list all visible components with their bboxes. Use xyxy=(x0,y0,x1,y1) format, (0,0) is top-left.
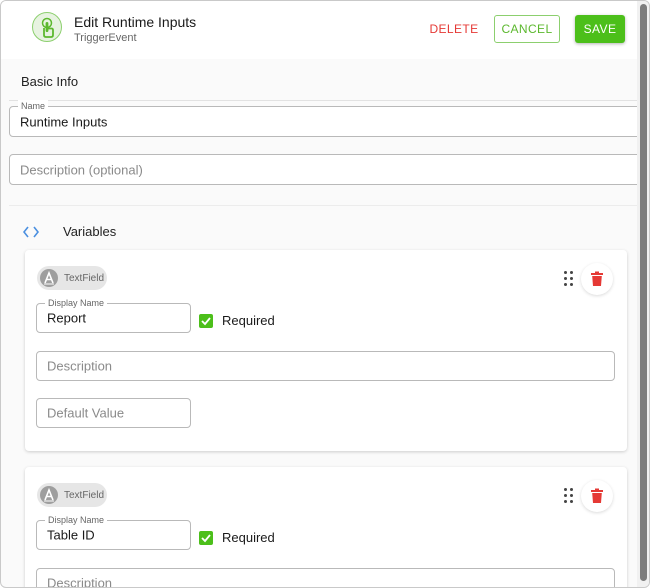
description-field[interactable]: Description (optional) xyxy=(9,154,641,185)
variable-description-field[interactable]: Description xyxy=(36,568,615,588)
delete-button[interactable]: DELETE xyxy=(429,15,479,43)
display-name-value: Table ID xyxy=(47,527,95,543)
variable-description-placeholder: Description xyxy=(47,358,113,374)
text-field-icon xyxy=(40,486,58,504)
name-field-value: Runtime Inputs xyxy=(20,114,108,129)
display-name-label: Display Name xyxy=(45,514,108,526)
variable-card: TextField Display Name Report Required D… xyxy=(25,250,627,451)
vertical-scrollbar[interactable] xyxy=(637,1,649,587)
variable-card: TextField Display Name Table ID Required xyxy=(25,467,627,588)
name-field-label: Name xyxy=(18,100,49,112)
dialog-header: Edit Runtime Inputs TriggerEvent DELETE … xyxy=(1,1,637,59)
checkmark-icon xyxy=(201,534,211,543)
basic-info-heading: Basic Info xyxy=(21,74,79,89)
dialog-title: Edit Runtime Inputs xyxy=(74,14,197,30)
touch-trigger-icon xyxy=(32,12,62,42)
variables-heading: Variables xyxy=(63,224,117,239)
required-label: Required xyxy=(222,530,275,545)
trash-icon xyxy=(591,488,603,503)
display-name-label: Display Name xyxy=(45,297,108,309)
delete-variable-button[interactable] xyxy=(581,480,613,512)
type-chip-label: TextField xyxy=(64,272,105,284)
save-button[interactable]: SAVE xyxy=(575,15,625,43)
section-divider xyxy=(9,100,637,101)
type-chip: TextField xyxy=(37,483,107,507)
cancel-button[interactable]: CANCEL xyxy=(494,15,560,43)
variable-description-field[interactable]: Description xyxy=(36,351,615,381)
drag-handle-icon[interactable] xyxy=(564,488,576,504)
required-checkbox[interactable] xyxy=(199,531,213,545)
type-chip: TextField xyxy=(37,266,107,290)
variable-description-placeholder: Description xyxy=(47,575,113,588)
display-name-value: Report xyxy=(47,310,87,326)
name-field[interactable]: Name Runtime Inputs xyxy=(9,100,641,137)
required-label: Required xyxy=(222,313,275,328)
edit-runtime-inputs-dialog: Edit Runtime Inputs TriggerEvent DELETE … xyxy=(0,0,650,588)
required-checkbox[interactable] xyxy=(199,314,213,328)
trash-icon xyxy=(591,271,603,286)
section-divider xyxy=(9,205,637,206)
drag-handle-icon[interactable] xyxy=(564,271,576,287)
default-value-placeholder: Default Value xyxy=(47,405,125,421)
text-field-icon xyxy=(40,269,58,287)
checkmark-icon xyxy=(201,317,211,326)
display-name-field[interactable]: Display Name Report xyxy=(36,297,191,333)
display-name-field[interactable]: Display Name Table ID xyxy=(36,514,191,550)
code-brackets-icon xyxy=(22,225,40,243)
delete-variable-button[interactable] xyxy=(581,263,613,295)
default-value-field[interactable]: Default Value xyxy=(36,398,191,428)
description-field-placeholder: Description (optional) xyxy=(20,162,143,177)
type-chip-label: TextField xyxy=(64,489,105,501)
dialog-subtitle: TriggerEvent xyxy=(74,32,137,44)
scrollbar-thumb[interactable] xyxy=(640,4,647,581)
